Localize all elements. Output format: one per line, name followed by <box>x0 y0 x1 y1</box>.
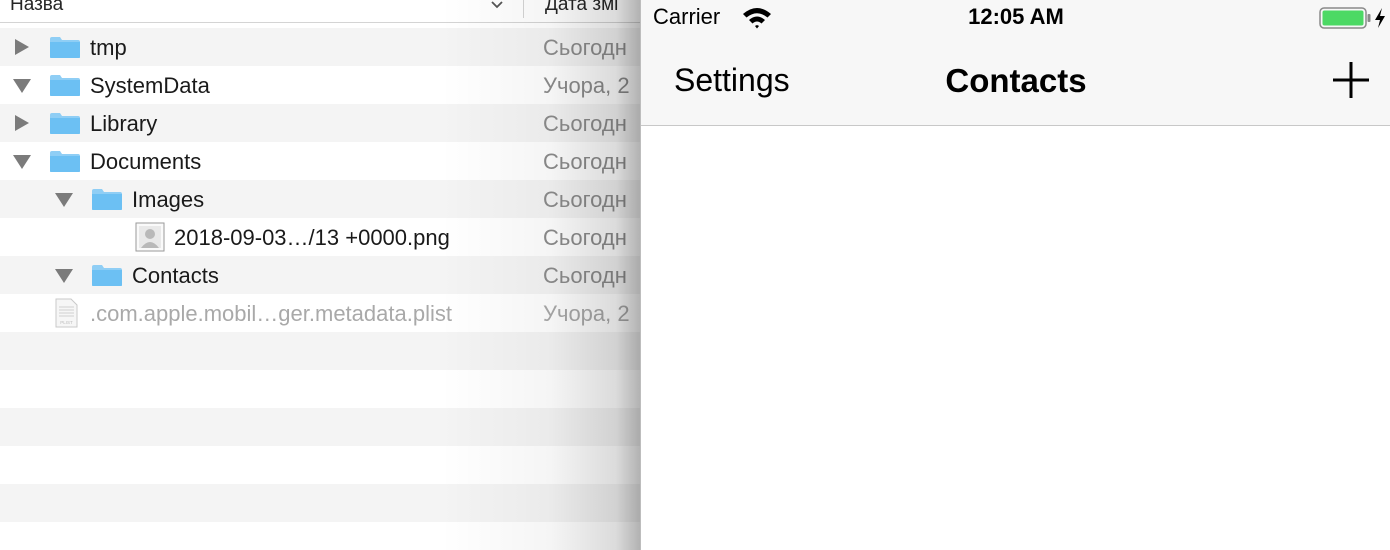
folder-icon <box>92 265 122 286</box>
empty-row <box>0 522 640 550</box>
folder-icon <box>50 151 80 172</box>
item-name: .com.apple.mobil…ger.metadata.plist <box>90 301 452 326</box>
item-date: Сьогодн <box>543 35 627 60</box>
item-date: Сьогодн <box>543 149 627 174</box>
disclosure-open-icon[interactable] <box>55 269 73 283</box>
chevron-down-icon[interactable] <box>490 0 504 16</box>
list-item[interactable]: Images Сьогодн <box>0 180 640 218</box>
item-name: SystemData <box>90 73 210 98</box>
empty-row <box>0 446 640 484</box>
plus-icon[interactable] <box>1331 60 1371 100</box>
file-list: tmp Сьогодн SystemData Учора, 2 Library … <box>0 28 640 550</box>
disclosure-open-icon[interactable] <box>13 155 31 169</box>
list-item[interactable]: PLIST .com.apple.mobil…ger.metadata.plis… <box>0 294 640 332</box>
svg-text:PLIST: PLIST <box>60 320 73 325</box>
disclosure-open-icon[interactable] <box>13 79 31 93</box>
image-file-icon <box>135 222 165 252</box>
status-bar: Carrier 12:05 AM <box>641 0 1390 40</box>
disclosure-open-icon[interactable] <box>55 193 73 207</box>
status-time: 12:05 AM <box>968 4 1064 29</box>
item-date: Учора, 2 <box>543 73 630 98</box>
disclosure-closed-icon[interactable] <box>15 115 29 131</box>
empty-row <box>0 370 640 408</box>
item-name: Images <box>132 187 205 212</box>
folder-icon <box>92 189 122 210</box>
list-item[interactable]: Contacts Сьогодн <box>0 256 640 294</box>
item-date: Сьогодн <box>543 263 627 288</box>
navigation-bar: Settings Contacts <box>641 40 1390 126</box>
item-name: Documents <box>90 149 202 174</box>
item-name: Library <box>90 111 158 136</box>
folder-icon <box>50 37 80 58</box>
finder-window: Назва Дата змі tmp Сьогодн SystemData Уч <box>0 0 640 550</box>
plist-file-icon: PLIST <box>55 298 78 328</box>
empty-row <box>0 408 640 446</box>
disclosure-closed-icon[interactable] <box>15 39 29 55</box>
column-divider[interactable] <box>523 0 524 18</box>
page-title: Contacts <box>945 62 1087 99</box>
list-item[interactable]: Library Сьогодн <box>0 104 640 142</box>
empty-row <box>0 332 640 370</box>
folder-icon <box>50 113 80 134</box>
ios-simulator-screen: Carrier 12:05 AM Settings Contacts <box>640 0 1390 550</box>
item-date: Учора, 2 <box>543 301 630 326</box>
list-item[interactable]: SystemData Учора, 2 <box>0 66 640 104</box>
date-column-header[interactable]: Дата змі <box>545 0 618 16</box>
name-column-header[interactable]: Назва <box>10 0 63 16</box>
battery-icon <box>1319 7 1371 29</box>
empty-row <box>0 484 640 522</box>
column-header: Назва Дата змі <box>0 0 640 23</box>
item-name: 2018-09-03…/13 +0000.png <box>174 225 450 250</box>
item-name: Contacts <box>132 263 219 288</box>
item-date: Сьогодн <box>543 187 627 212</box>
item-name: tmp <box>90 35 127 60</box>
contacts-list-area <box>641 126 1390 550</box>
item-date: Сьогодн <box>543 111 627 136</box>
charging-bolt-icon <box>1375 8 1385 28</box>
list-item[interactable]: Documents Сьогодн <box>0 142 640 180</box>
list-item[interactable]: tmp Сьогодн <box>0 28 640 66</box>
item-date: Сьогодн <box>543 225 627 250</box>
list-item[interactable]: 2018-09-03…/13 +0000.png Сьогодн <box>0 218 640 256</box>
folder-icon <box>50 75 80 96</box>
